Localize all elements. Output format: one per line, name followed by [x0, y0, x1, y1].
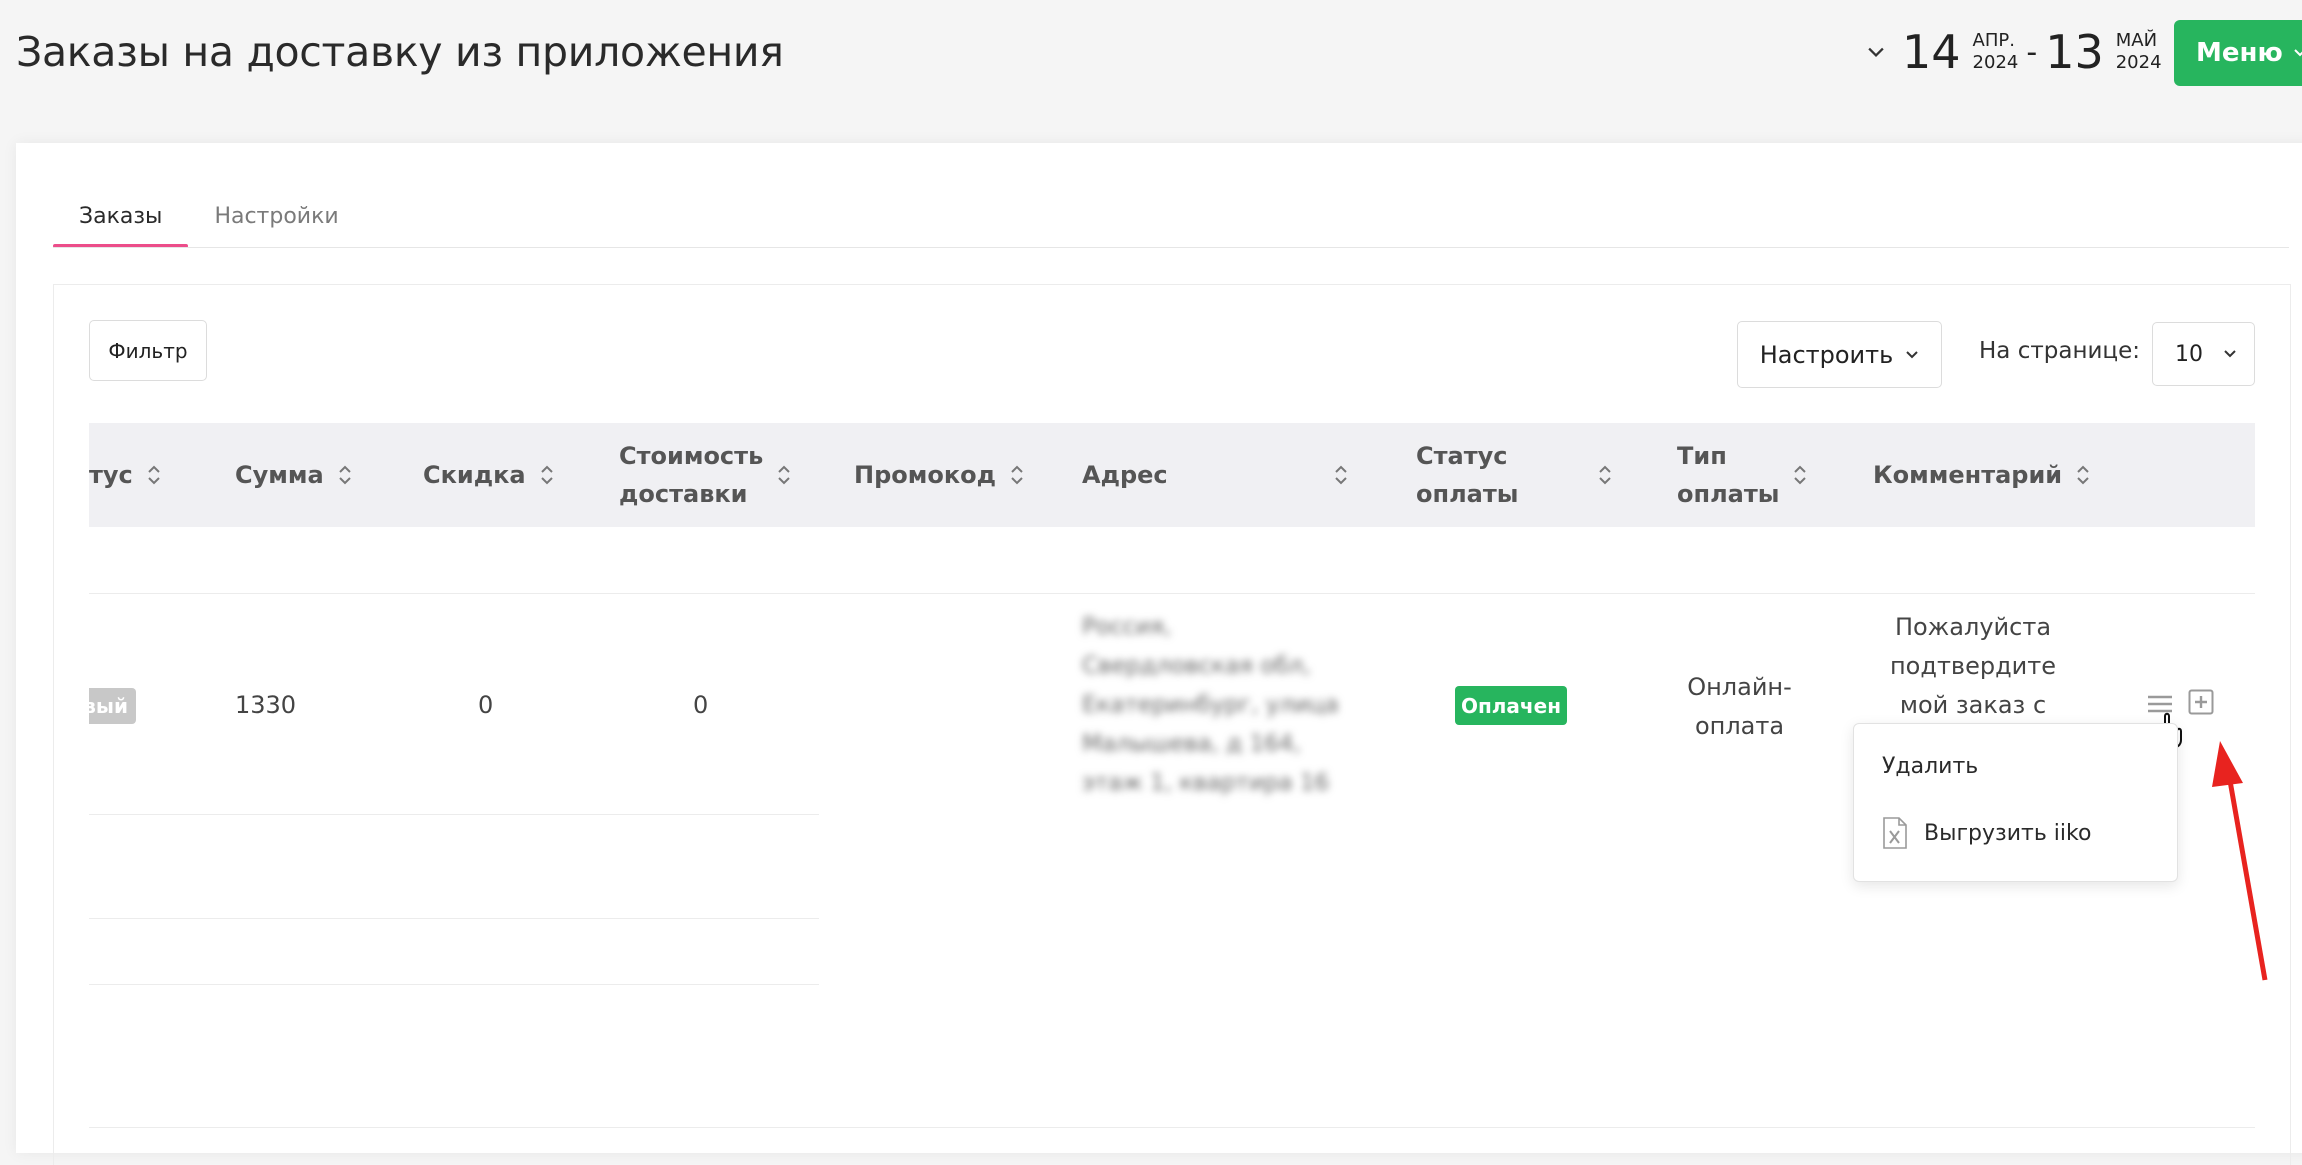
column-label: Стоимость доставки [619, 437, 763, 513]
chevron-down-icon [1906, 350, 1918, 358]
date-from-month: АПР. [1972, 30, 2015, 51]
row-divider [89, 814, 819, 815]
sort-icon[interactable] [1793, 461, 1807, 489]
column-label-line: доставки [619, 480, 748, 508]
column-label: Сумма [235, 461, 324, 489]
tab-orders[interactable]: Заказы [53, 196, 189, 248]
menu-button-label: Меню [2196, 38, 2283, 68]
address-line: Малышева, д 164, [1082, 731, 1301, 757]
column-label: Промокод [854, 461, 997, 489]
plus-square-icon[interactable] [2188, 689, 2214, 715]
cell-sum: 1330 [235, 691, 297, 719]
menu-item-export-iiko[interactable]: Выгрузить iiko [1882, 817, 2091, 849]
date-to-month: МАЙ [2115, 30, 2158, 51]
sort-icon[interactable] [1334, 461, 1348, 489]
configure-button[interactable]: Настроить [1737, 321, 1942, 388]
column-label-line: Тип [1677, 442, 1727, 470]
column-header-payment-type[interactable]: Тип оплаты [1677, 423, 1807, 527]
chevron-down-icon [2224, 350, 2236, 358]
row-actions-dropdown: Удалить Выгрузить iiko [1853, 723, 2178, 882]
date-from-year: 2024 [1972, 52, 2019, 73]
column-label: тус [89, 461, 133, 489]
sort-icon[interactable] [1010, 461, 1024, 489]
column-header-payment-status[interactable]: Статус оплаты [1416, 423, 1612, 527]
column-label: Адрес [1082, 461, 1168, 489]
column-label-line: оплаты [1416, 480, 1519, 508]
date-to-day: 13 [2045, 25, 2104, 79]
date-range-picker[interactable]: 14 АПР. 2024 - 13 МАЙ 2024 [1868, 22, 2162, 82]
column-header-status[interactable]: тус [89, 423, 161, 527]
date-separator: - [2026, 34, 2038, 70]
address-line: Россия, [1082, 614, 1172, 640]
row-divider [89, 593, 2255, 594]
sort-icon[interactable] [777, 461, 791, 489]
per-page-value: 10 [2175, 341, 2203, 367]
cell-discount: 0 [478, 691, 494, 719]
row-divider [89, 918, 819, 919]
address-line: этаж 1, квартира 16 [1082, 770, 1330, 796]
comment-line: Пожалуйста [1894, 613, 2052, 641]
column-label: Тип оплаты [1677, 437, 1779, 513]
cell-payment-type: Онлайн- оплата [1672, 668, 1807, 746]
menu-button[interactable]: Меню [2174, 20, 2302, 86]
address-line: Свердловская обл, [1082, 653, 1311, 679]
column-label-line: Статус [1416, 442, 1508, 470]
comment-line: подтвердите [1889, 652, 2057, 680]
menu-item-label: Удалить [1882, 754, 1979, 779]
cell-comment: Пожалуйста подтвердите мой заказ с [1872, 608, 2074, 725]
payment-type-line: оплата [1694, 712, 1785, 740]
payment-type-line: Онлайн- [1687, 673, 1792, 701]
chevron-down-icon [2294, 49, 2302, 57]
hamburger-icon[interactable] [2147, 694, 2173, 714]
address-line: Екатеринбург, улица [1082, 692, 1339, 718]
tab-settings[interactable]: Настройки [188, 196, 364, 248]
excel-file-icon [1883, 817, 1907, 849]
tabs: Заказы Настройки [53, 196, 365, 248]
status-badge: вый [83, 688, 136, 724]
sort-icon[interactable] [1598, 461, 1612, 489]
comment-line: мой заказ с [1899, 691, 2047, 719]
menu-item-delete[interactable]: Удалить [1882, 754, 1978, 779]
filter-button[interactable]: Фильтр [89, 320, 207, 381]
column-label: Скидка [423, 461, 526, 489]
row-divider [89, 984, 819, 985]
column-header-delivery-cost[interactable]: Стоимость доставки [619, 423, 791, 527]
column-header-address[interactable]: Адрес [1082, 423, 1348, 527]
date-from-day: 14 [1902, 25, 1961, 79]
per-page-label: На странице: [1979, 338, 2140, 364]
tabs-divider [53, 247, 2289, 248]
column-label: Статус оплаты [1416, 437, 1518, 513]
column-label-line: Стоимость [619, 442, 764, 470]
column-label: Комментарий [1873, 461, 2063, 489]
date-from-monthyear: АПР. 2024 [1973, 30, 2019, 74]
payment-status-badge: Оплачен [1455, 686, 1567, 725]
column-header-sum[interactable]: Сумма [235, 423, 352, 527]
date-to-year: 2024 [2115, 52, 2162, 73]
sort-icon[interactable] [338, 461, 352, 489]
column-header-promo[interactable]: Промокод [854, 423, 1024, 527]
column-header-comment[interactable]: Комментарий [1873, 423, 2090, 527]
configure-button-label: Настроить [1759, 340, 1894, 369]
column-label-line: оплаты [1677, 480, 1780, 508]
chevron-down-icon [1868, 47, 1884, 58]
column-header-discount[interactable]: Скидка [423, 423, 554, 527]
cell-address: Россия, Свердловская обл, Екатеринбург, … [1082, 608, 1339, 803]
date-to-monthyear: МАЙ 2024 [2116, 30, 2162, 74]
sort-icon[interactable] [147, 461, 161, 489]
row-divider [89, 1127, 2255, 1128]
menu-item-label: Выгрузить iiko [1924, 820, 2092, 846]
sort-icon[interactable] [540, 461, 554, 489]
page-title: Заказы на доставку из приложения [16, 28, 784, 76]
per-page-select[interactable]: 10 [2152, 322, 2255, 386]
sort-icon[interactable] [2076, 461, 2090, 489]
red-arrow-annotation [2212, 741, 2268, 981]
cell-delivery-cost: 0 [693, 691, 709, 719]
